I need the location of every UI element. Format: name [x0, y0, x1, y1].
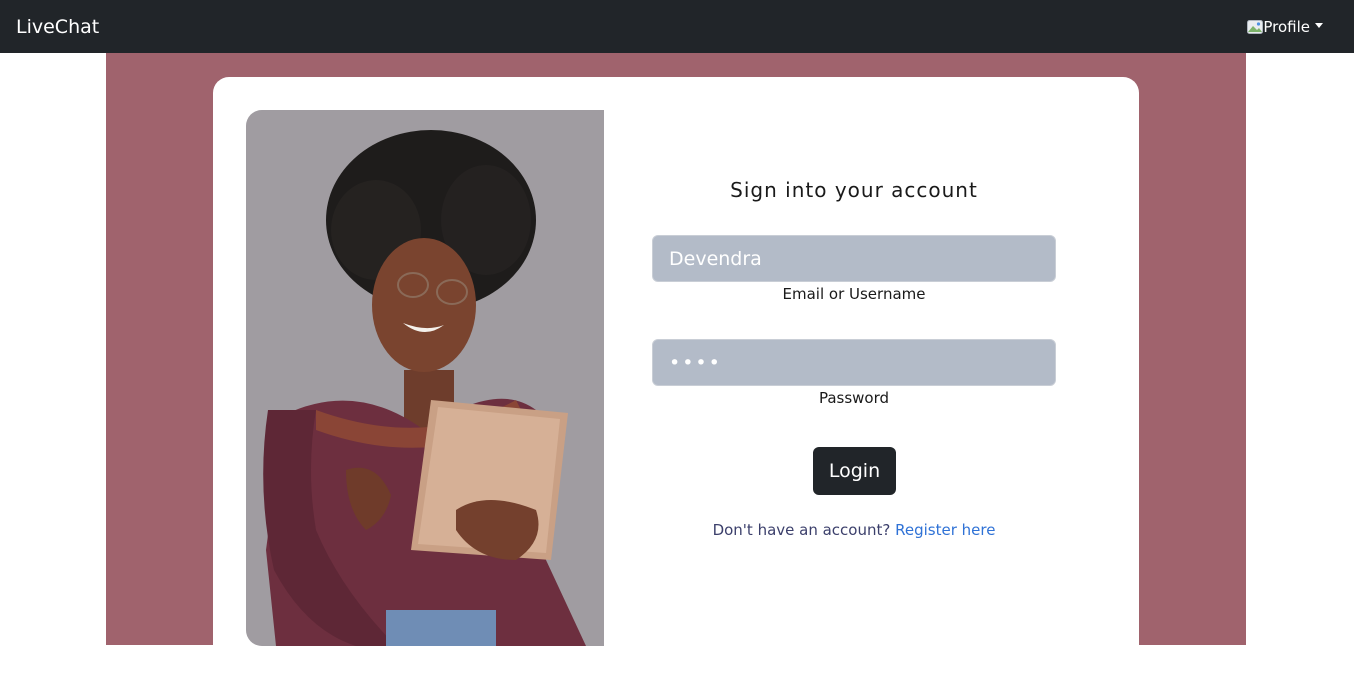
register-link[interactable]: Register here	[895, 521, 995, 539]
register-prompt-text: Don't have an account?	[712, 521, 896, 539]
profile-label: Profile	[1263, 17, 1310, 36]
navbar: LiveChat Profile	[0, 0, 1354, 53]
register-prompt: Don't have an account? Register here	[604, 521, 1104, 539]
woman-with-tablet-image	[246, 110, 604, 646]
avatar-broken-image-icon	[1247, 19, 1264, 34]
profile-dropdown[interactable]: Profile	[1247, 18, 1323, 36]
login-form: Sign into your account Email or Username…	[604, 110, 1104, 646]
password-label: Password	[818, 389, 890, 407]
username-input[interactable]	[652, 235, 1056, 282]
page-title: Sign into your account	[730, 178, 978, 202]
caret-down-icon	[1315, 23, 1323, 28]
username-label: Email or Username	[782, 285, 926, 303]
brand-logo-link[interactable]: LiveChat	[16, 16, 99, 38]
password-input[interactable]	[652, 339, 1056, 386]
login-button[interactable]: Login	[813, 447, 896, 495]
